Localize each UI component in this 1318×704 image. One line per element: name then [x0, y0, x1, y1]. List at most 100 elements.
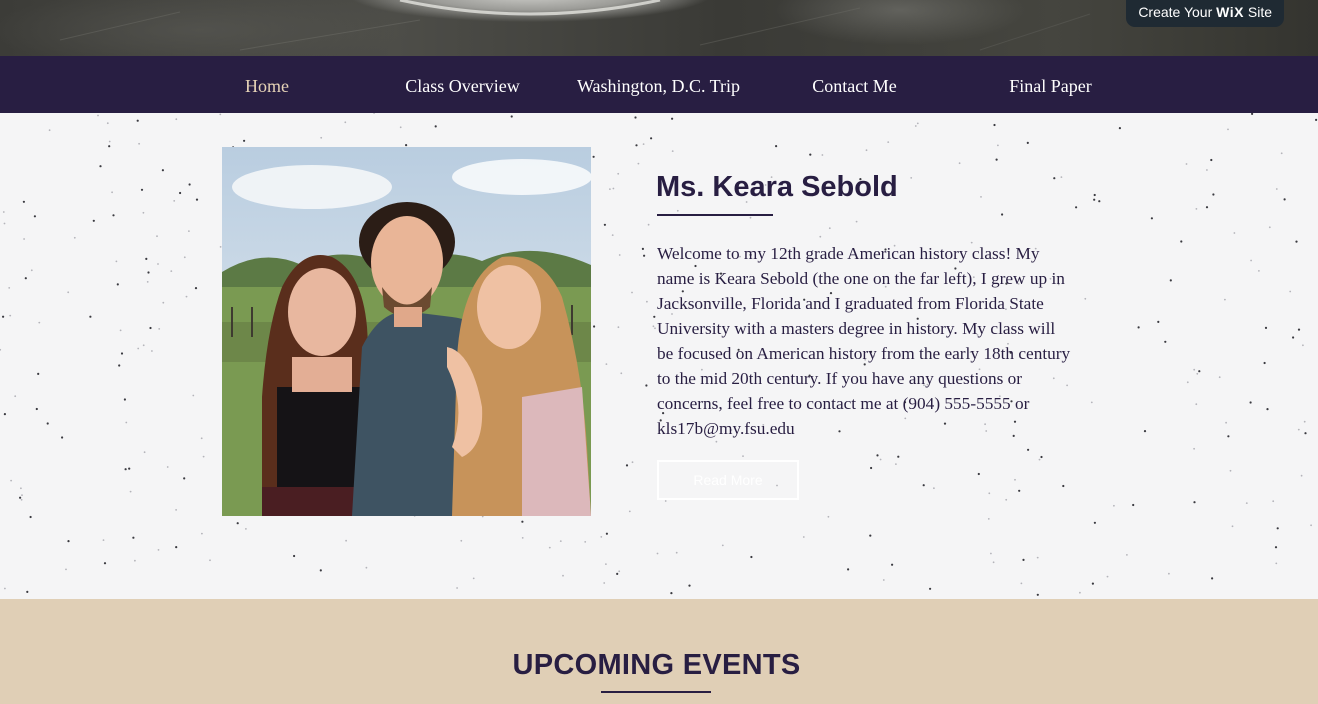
background-dot — [48, 129, 51, 132]
background-dot — [320, 136, 323, 139]
background-dot — [365, 566, 368, 569]
background-dot — [1289, 290, 1292, 293]
background-dot — [1027, 448, 1030, 451]
background-dot — [637, 162, 640, 165]
background-dot — [179, 191, 182, 195]
background-dot — [1310, 524, 1312, 527]
background-dot — [344, 121, 347, 124]
nav-item-contact-me[interactable]: Contact Me — [807, 56, 902, 113]
background-dot — [645, 384, 648, 387]
background-dot — [188, 183, 191, 186]
background-dot — [201, 532, 203, 535]
background-dot — [1275, 188, 1278, 190]
background-dot — [1272, 500, 1275, 503]
background-dot — [1264, 326, 1268, 329]
background-dot — [891, 563, 894, 566]
background-dot — [642, 143, 645, 145]
group-photo-icon — [222, 147, 591, 516]
background-dot — [1300, 474, 1303, 477]
background-dot — [3, 413, 6, 416]
background-dot — [1036, 556, 1039, 559]
background-dot — [89, 315, 92, 318]
background-dot — [1315, 118, 1318, 121]
create-wix-site-button[interactable]: Create Your WiX Site — [1126, 0, 1284, 27]
background-dot — [605, 563, 607, 565]
background-dot — [108, 145, 111, 148]
background-dot — [1266, 408, 1269, 411]
wix-badge-prefix: Create Your — [1138, 4, 1217, 20]
background-dot — [1303, 420, 1306, 423]
background-dot — [149, 326, 152, 330]
background-dot — [618, 254, 621, 256]
nav-item-class-overview[interactable]: Class Overview — [400, 56, 525, 113]
background-dot — [134, 559, 136, 562]
background-dot — [97, 114, 99, 117]
background-dot — [612, 187, 615, 190]
background-dot — [1150, 217, 1153, 220]
background-dot — [977, 472, 980, 476]
background-dot — [628, 510, 631, 513]
background-dot — [120, 352, 124, 355]
background-dot — [119, 329, 122, 332]
background-dot — [118, 364, 121, 367]
background-dot — [653, 315, 656, 318]
events-underline — [601, 691, 711, 693]
background-dot — [671, 150, 674, 152]
background-dot — [847, 568, 850, 571]
background-dot — [1185, 163, 1188, 165]
background-dot — [876, 454, 879, 457]
background-dot — [882, 579, 885, 581]
background-dot — [1020, 582, 1023, 585]
background-dot — [33, 215, 37, 218]
background-dot — [887, 141, 890, 143]
background-dot — [195, 198, 199, 201]
read-more-button[interactable]: Read More — [657, 460, 799, 500]
background-dot — [620, 372, 623, 375]
background-dot — [219, 113, 222, 116]
nav-item-final-paper[interactable]: Final Paper — [1004, 56, 1097, 113]
background-dot — [38, 321, 41, 324]
background-dot — [879, 458, 882, 461]
background-dot — [1091, 582, 1094, 585]
background-dot — [821, 154, 824, 156]
background-dot — [1026, 141, 1029, 144]
nav-item-home[interactable]: Home — [236, 56, 298, 113]
background-dot — [236, 522, 239, 525]
background-dot — [319, 569, 322, 572]
background-dot — [1118, 127, 1121, 130]
background-dot — [4, 587, 6, 590]
background-dot — [1093, 521, 1096, 524]
background-dot — [1297, 428, 1300, 431]
background-dot — [108, 140, 111, 143]
background-dot — [115, 260, 118, 263]
background-dot — [61, 436, 64, 439]
background-dot — [185, 295, 188, 298]
background-dot — [980, 196, 982, 198]
background-dot — [183, 256, 186, 259]
background-dot — [140, 188, 144, 191]
background-dot — [1186, 381, 1189, 384]
background-dot — [112, 214, 115, 217]
teacher-name: Ms. Keara Sebold — [656, 171, 898, 203]
background-dot — [142, 344, 145, 347]
background-dot — [8, 287, 11, 289]
background-dot — [1225, 421, 1227, 424]
background-dot — [1233, 232, 1236, 234]
background-dot — [145, 257, 148, 260]
background-dot — [750, 555, 753, 559]
nav-item-washington-dc-trip[interactable]: Washington, D.C. Trip — [572, 56, 745, 113]
background-dot — [910, 177, 913, 179]
background-dot — [1093, 193, 1096, 197]
background-dot — [209, 559, 211, 562]
background-dot — [143, 451, 146, 454]
background-dot — [631, 461, 634, 464]
background-dot — [671, 117, 674, 120]
background-dot — [1084, 297, 1087, 300]
background-dot — [749, 216, 752, 219]
background-dot — [136, 119, 139, 122]
teacher-bio: Welcome to my 12th grade American histor… — [657, 244, 1071, 438]
background-dot — [106, 122, 109, 125]
background-dot — [605, 532, 609, 535]
background-dot — [200, 437, 203, 440]
background-dot — [775, 145, 778, 148]
